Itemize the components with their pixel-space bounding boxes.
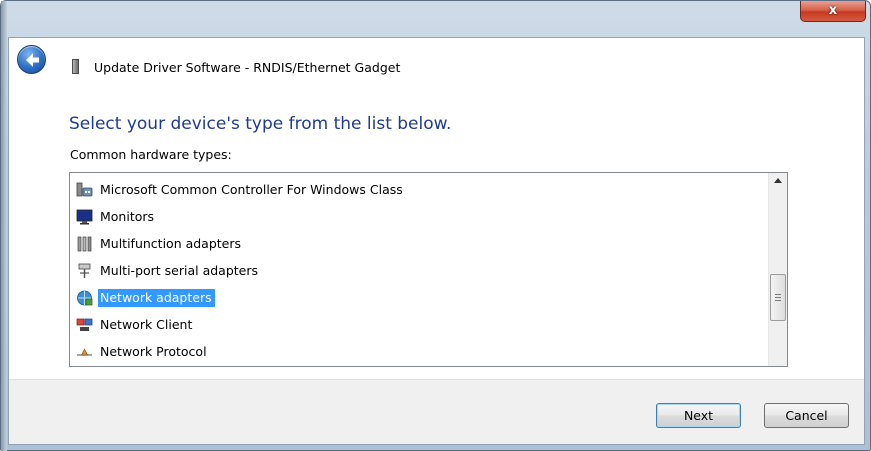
- list-item-label: Network Protocol: [100, 344, 207, 359]
- controller-icon: [76, 182, 93, 197]
- monitor-icon: [76, 209, 93, 225]
- list-item-network-adapters[interactable]: Network adapters: [76, 288, 496, 308]
- list-item-label: Monitors: [100, 209, 155, 224]
- window-frame-edge: [1, 1, 7, 451]
- network-client-icon: [76, 318, 93, 331]
- scroll-up-button[interactable]: [769, 173, 787, 191]
- back-arrow-icon: [26, 53, 39, 67]
- page-instruction: Select your device's type from the list …: [69, 114, 452, 134]
- list-item-network-protocol[interactable]: Network Protocol: [76, 342, 496, 362]
- network-adapter-icon: [77, 290, 93, 306]
- serial-port-icon: [78, 263, 91, 278]
- list-items: Microsoft Common Controller For Windows …: [70, 173, 768, 366]
- grip-line: [775, 294, 781, 295]
- list-scrollbar[interactable]: [768, 173, 787, 366]
- wizard-header: Update Driver Software - RNDIS/Ethernet …: [9, 38, 864, 75]
- list-label: Common hardware types:: [70, 147, 232, 162]
- cancel-button[interactable]: Cancel: [764, 403, 849, 428]
- list-item-label: Microsoft Common Controller For Windows …: [100, 182, 403, 197]
- grip-line: [775, 297, 781, 298]
- close-button[interactable]: x: [800, 1, 866, 22]
- back-button[interactable]: [17, 45, 46, 74]
- device-icon: [72, 59, 79, 74]
- list-item-controller[interactable]: Microsoft Common Controller For Windows …: [76, 180, 496, 200]
- grip-line: [775, 300, 781, 301]
- button-bar: Next Cancel: [9, 379, 864, 444]
- list-item-label: Multi-port serial adapters: [100, 263, 259, 278]
- list-item-serial[interactable]: Multi-port serial adapters: [76, 261, 496, 281]
- dialog-content: Update Driver Software - RNDIS/Ethernet …: [8, 37, 865, 445]
- next-button[interactable]: Next: [656, 403, 741, 428]
- list-item-monitors[interactable]: Monitors: [76, 207, 496, 227]
- list-item-label: Network Client: [100, 317, 193, 332]
- title-bar[interactable]: x: [1, 1, 871, 37]
- arrow-up-icon: [774, 178, 782, 183]
- close-icon: x: [828, 3, 838, 18]
- list-item-label: Network adapters: [98, 289, 215, 307]
- window-title: Update Driver Software - RNDIS/Ethernet …: [94, 60, 401, 75]
- list-item-label: Multifunction adapters: [100, 236, 242, 251]
- multifunction-adapter-icon: [77, 236, 92, 252]
- list-item-multifunction[interactable]: Multifunction adapters: [76, 234, 496, 254]
- network-protocol-icon: [77, 348, 92, 356]
- scroll-thumb[interactable]: [770, 274, 786, 321]
- hardware-type-list[interactable]: Microsoft Common Controller For Windows …: [69, 172, 788, 367]
- list-item-network-client[interactable]: Network Client: [76, 315, 496, 335]
- dialog-window: x Update Driver Software - RNDIS/Etherne…: [0, 0, 871, 451]
